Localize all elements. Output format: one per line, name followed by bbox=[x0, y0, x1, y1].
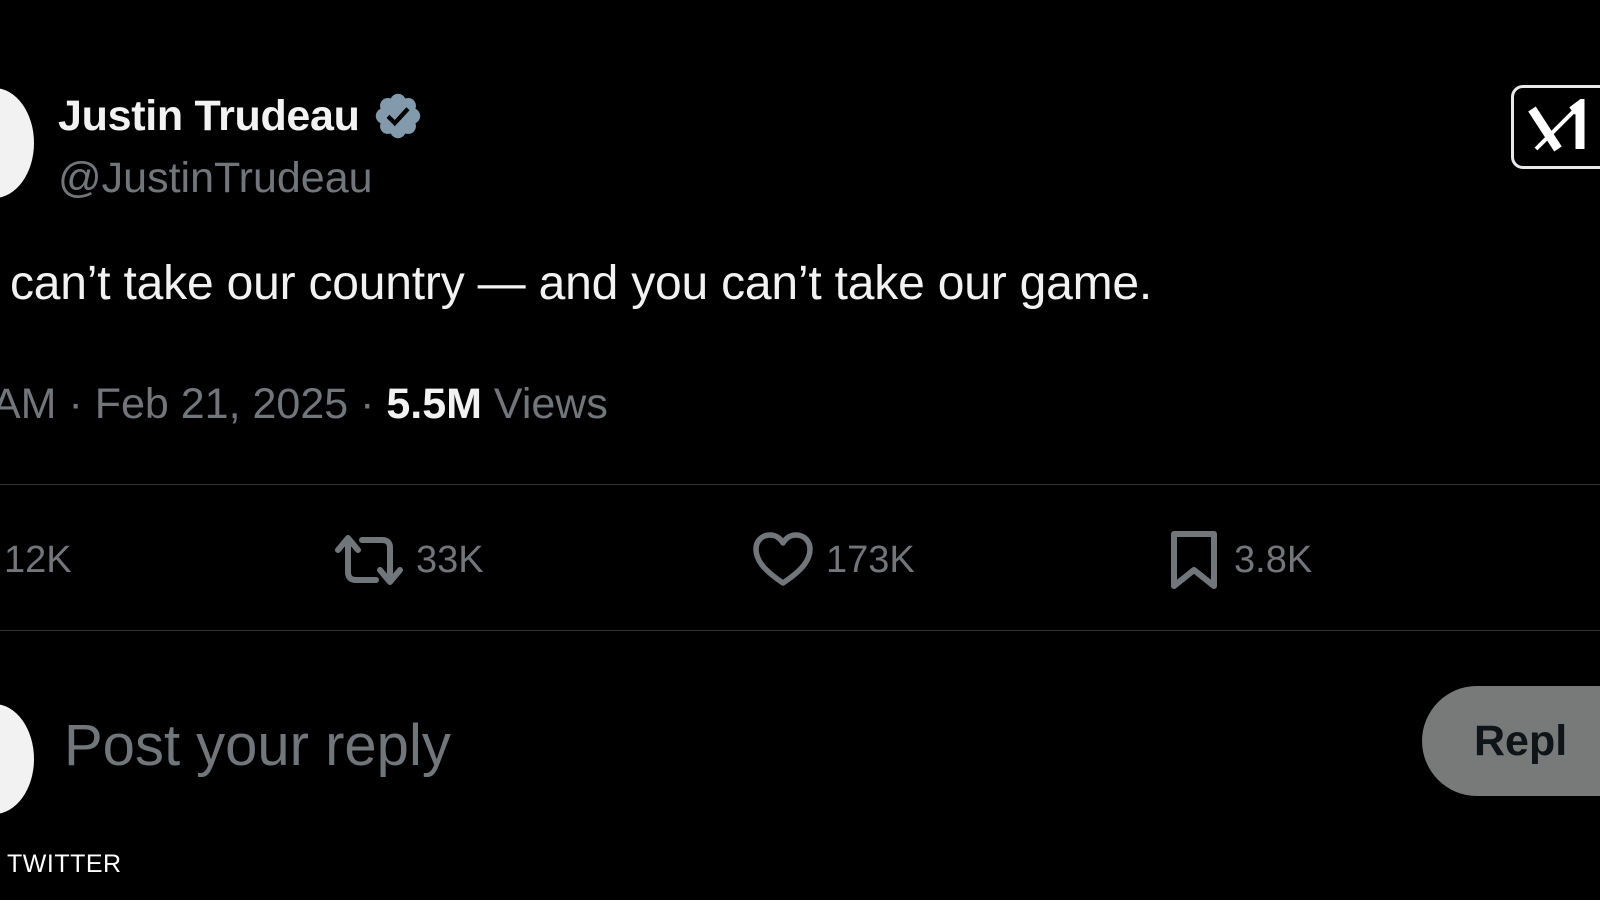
bookmark-icon bbox=[1171, 531, 1217, 589]
reply-avatar bbox=[0, 704, 34, 814]
divider-top bbox=[0, 484, 1600, 485]
tweet-text: can’t take our country — and you can’t t… bbox=[10, 257, 1153, 310]
author-handle[interactable]: @JustinTrudeau bbox=[58, 154, 373, 203]
reply-input[interactable]: Post your reply bbox=[64, 712, 451, 779]
verified-badge-icon bbox=[375, 93, 420, 139]
source-watermark: TWITTER bbox=[7, 850, 122, 878]
meta-separator: · bbox=[348, 380, 387, 428]
tweet-meta: AM · Feb 21, 2025 · 5.5M Views bbox=[0, 380, 608, 429]
tweet-time[interactable]: AM · bbox=[0, 380, 95, 428]
repost-count: 33K bbox=[416, 538, 484, 581]
like-count: 173K bbox=[826, 538, 915, 581]
x-logo-button[interactable] bbox=[1511, 85, 1600, 169]
divider-bottom bbox=[0, 630, 1600, 631]
author-avatar[interactable] bbox=[0, 88, 34, 198]
like-action[interactable]: 173K bbox=[752, 527, 915, 593]
reply-button[interactable]: Repl bbox=[1422, 686, 1600, 796]
repost-action[interactable]: 33K bbox=[334, 527, 484, 593]
views-count[interactable]: 5.5M bbox=[386, 380, 482, 428]
views-label: Views bbox=[481, 380, 608, 428]
author-name[interactable]: Justin Trudeau bbox=[58, 92, 360, 141]
bookmark-count: 3.8K bbox=[1234, 538, 1313, 581]
author-name-row: Justin Trudeau bbox=[58, 90, 424, 142]
heart-icon bbox=[753, 532, 813, 586]
tweet-view: Justin Trudeau @JustinTrudeau can’t take… bbox=[0, 0, 1600, 900]
tweet-date[interactable]: Feb 21, 2025 bbox=[95, 380, 348, 428]
repost-icon bbox=[335, 535, 403, 585]
reply-action[interactable]: 12K bbox=[4, 527, 72, 593]
reply-count: 12K bbox=[4, 538, 72, 581]
bookmark-action[interactable]: 3.8K bbox=[1168, 527, 1312, 593]
x-logo-icon bbox=[1528, 99, 1585, 152]
